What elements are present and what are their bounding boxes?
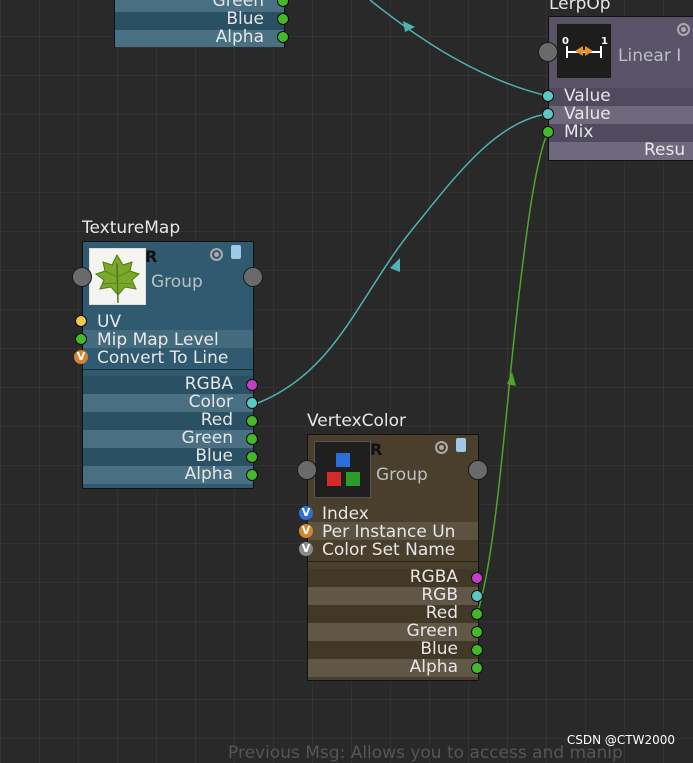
- texture-divider: [83, 369, 253, 370]
- texture-rgba-port[interactable]: [246, 379, 258, 391]
- lerp-preview-icon[interactable]: [677, 23, 690, 36]
- lerp-subtitle: Linear I: [618, 46, 682, 66]
- top-node-alpha-port[interactable]: [277, 31, 289, 43]
- vertex-rgb-label: RGB: [421, 585, 458, 605]
- vertex-color-set-v-badge[interactable]: V: [299, 542, 313, 556]
- texture-red-label: Red: [200, 410, 233, 430]
- vertex-per-instance-v-badge[interactable]: V: [299, 524, 313, 538]
- texture-color-label: Color: [188, 392, 233, 412]
- top-node-green-port[interactable]: [277, 0, 289, 7]
- texture-node-title: TextureMap: [82, 218, 181, 238]
- top-node-blue-label: Blue: [226, 9, 264, 29]
- vertex-output-exec-port[interactable]: [468, 460, 488, 480]
- texture-rgba-label: RGBA: [184, 374, 233, 394]
- texture-blue-port[interactable]: [246, 451, 258, 463]
- texture-thumbnail: [89, 248, 146, 305]
- texture-green-port[interactable]: [246, 433, 258, 445]
- vertex-input-exec-port[interactable]: [297, 460, 317, 480]
- vertex-rgba-port[interactable]: [471, 572, 483, 584]
- top-node-blue-port[interactable]: [277, 13, 289, 25]
- texture-alpha-port[interactable]: [246, 469, 258, 481]
- status-bar-text: Previous Msg: Allows you to access and m…: [228, 743, 623, 763]
- texture-row-mip: [83, 330, 253, 348]
- vertex-green-label: Green: [406, 621, 458, 641]
- vertex-thumbnail: [314, 441, 371, 498]
- lerp-mix-port[interactable]: [542, 126, 554, 138]
- vertex-red-square-icon: [327, 472, 341, 486]
- lerp-mix-label: Mix: [564, 122, 594, 142]
- vertex-blue-label: Blue: [420, 639, 458, 659]
- leaf-icon: [94, 253, 140, 304]
- lerp-value-1-port[interactable]: [542, 90, 554, 102]
- texture-mip-port[interactable]: [75, 333, 87, 345]
- lerp-value-2-port[interactable]: [542, 108, 554, 120]
- wire-arrow-green: [507, 372, 516, 386]
- vertex-rgba-label: RGBA: [409, 567, 458, 587]
- vertex-rgb-port[interactable]: [471, 590, 483, 602]
- vertex-alpha-label: Alpha: [409, 657, 458, 677]
- texture-color-port[interactable]: [246, 397, 258, 409]
- lerp-result-label: Resu: [644, 140, 686, 160]
- texture-convert-v-badge[interactable]: V: [74, 350, 88, 364]
- lerp-icon-one: 1: [601, 36, 608, 47]
- top-node-alpha-label: Alpha: [215, 27, 264, 47]
- vertex-color-set-label: Color Set Name: [322, 540, 456, 560]
- lerp-value-2-label: Value: [564, 104, 611, 124]
- vertex-node[interactable]: R Group Index Per Instance Un Color Set …: [307, 434, 479, 681]
- lerp-node[interactable]: 0 1 Linear I Value Value Mix Resu: [548, 16, 693, 161]
- vertex-index-label: Index: [322, 504, 369, 524]
- vertex-r-label: R: [370, 440, 383, 459]
- wire-arrow-top: [403, 21, 415, 32]
- texture-pin-icon[interactable]: [231, 245, 241, 259]
- lerp-icon: 0 1: [556, 23, 612, 79]
- vertex-node-title: VertexColor: [307, 411, 407, 431]
- lerp-node-title: LerpOp: [549, 0, 611, 14]
- vertex-index-v-badge[interactable]: V: [299, 506, 313, 520]
- texture-uv-label: UV: [97, 312, 122, 332]
- texture-uv-port[interactable]: [75, 315, 87, 327]
- vertex-pin-icon[interactable]: [456, 438, 466, 452]
- texture-output-exec-port[interactable]: [243, 267, 263, 287]
- wire-texture-color-to-lerp-value-2[interactable]: [257, 113, 549, 404]
- texture-convert-label: Convert To Line: [97, 348, 229, 368]
- vertex-red-label: Red: [425, 603, 458, 623]
- texture-preview-icon[interactable]: [210, 248, 223, 261]
- texture-red-port[interactable]: [246, 415, 258, 427]
- texture-alpha-label: Alpha: [184, 464, 233, 484]
- wire-vertex-red-to-lerp-mix[interactable]: [476, 131, 549, 615]
- texture-green-label: Green: [181, 428, 233, 448]
- texture-blue-label: Blue: [195, 446, 233, 466]
- vertex-alpha-port[interactable]: [471, 662, 483, 674]
- vertex-preview-icon[interactable]: [435, 441, 448, 454]
- texture-input-exec-port[interactable]: [72, 267, 92, 287]
- top-node[interactable]: Green Blue Alpha: [114, 0, 285, 48]
- vertex-group-label: Group: [376, 465, 428, 485]
- lerp-range-icon: [566, 46, 602, 58]
- vertex-blue-port[interactable]: [471, 644, 483, 656]
- texture-r-label: R: [145, 247, 158, 266]
- lerp-value-1-label: Value: [564, 86, 611, 106]
- vertex-blue-square-icon: [336, 453, 350, 467]
- vertex-green-square-icon: [346, 472, 360, 486]
- wire-top-to-lerp-value-1[interactable]: [369, 0, 549, 97]
- lerp-icon-zero: 0: [562, 36, 569, 47]
- lerp-node-exec-port[interactable]: [538, 42, 558, 62]
- texture-group-label: Group: [151, 272, 203, 292]
- vertex-green-port[interactable]: [471, 626, 483, 638]
- wire-arrow-middle: [390, 258, 400, 272]
- watermark-text: CSDN @CTW2000: [566, 733, 675, 747]
- vertex-red-port[interactable]: [471, 608, 483, 620]
- texture-node[interactable]: R Group UV Mip Map Level Convert To Line…: [82, 241, 254, 489]
- vertex-divider: [308, 561, 478, 562]
- vertex-per-instance-label: Per Instance Un: [322, 522, 456, 542]
